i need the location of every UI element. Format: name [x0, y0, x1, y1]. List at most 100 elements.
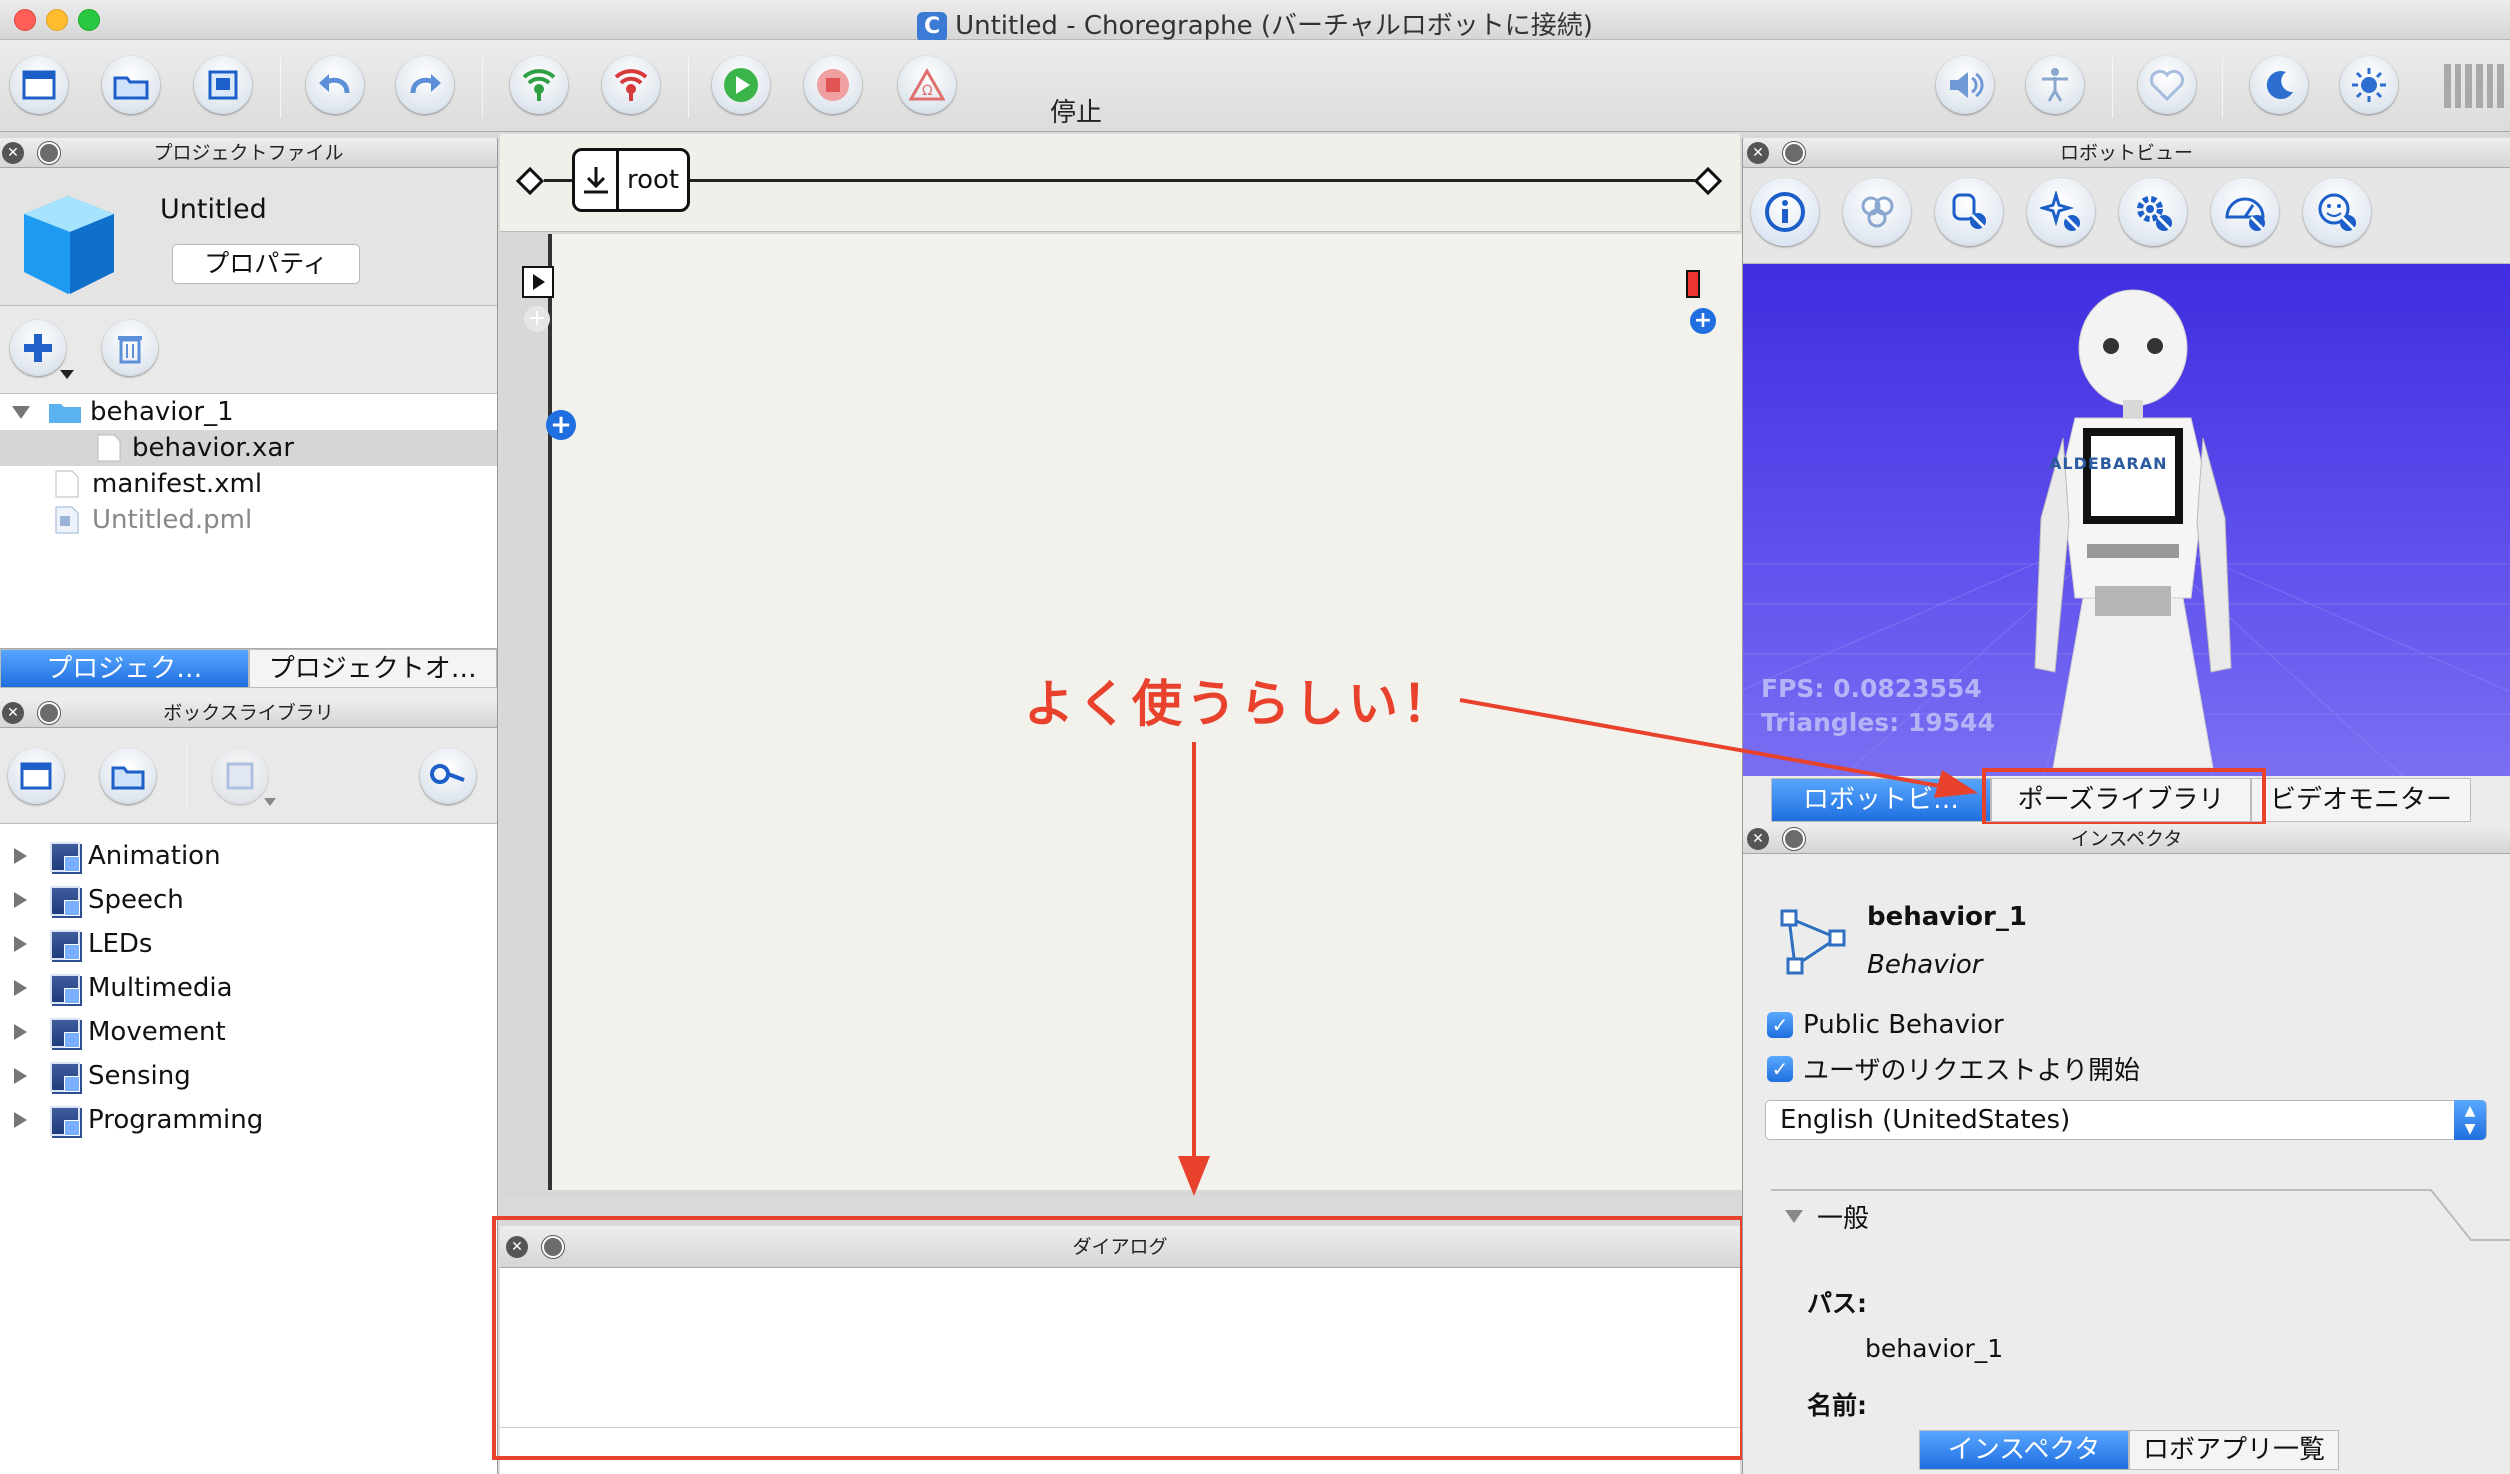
add-input-icon[interactable]: + [546, 410, 576, 440]
open-project-button[interactable] [102, 56, 160, 114]
library-item-programming[interactable]: Programming [0, 1098, 497, 1142]
properties-button[interactable]: プロパティ [172, 244, 360, 284]
left-diamond-handle[interactable] [515, 166, 545, 196]
expand-arrow-icon[interactable] [14, 1024, 27, 1040]
new-library-button[interactable] [8, 748, 64, 804]
robot-3d-viewport[interactable]: ALDEBARAN FPS: 0.0823554 Triangles: 1954… [1743, 264, 2510, 776]
volume-button[interactable] [1936, 56, 1994, 114]
stop-icon [817, 69, 849, 101]
annotation-callout-text: よく使うらしい！ [1024, 675, 1456, 733]
start-on-user-request-checkbox[interactable]: ✓ ユーザのリクエストより開始 [1767, 1050, 2140, 1087]
project-files-panel: ✕ プロジェクトファイル Untitled プロパティ behavior_1 b… [0, 138, 498, 698]
project-files-header: ✕ プロジェクトファイル [0, 138, 497, 168]
tab-video-monitor[interactable]: ビデオモニター [2251, 778, 2471, 822]
gears-cluster-icon [1861, 196, 1894, 228]
library-item-leds[interactable]: LEDs [0, 922, 497, 966]
face-tracking-button[interactable] [2303, 178, 2371, 246]
wake-up-button[interactable] [2340, 56, 2398, 114]
life-button[interactable] [2138, 56, 2196, 114]
smiley-disabled-icon [2318, 193, 2356, 231]
add-output-icon[interactable]: + [1690, 308, 1716, 334]
add-dropdown-arrow-icon[interactable] [60, 370, 74, 379]
checkbox-label: Public Behavior [1803, 1010, 2004, 1040]
open-library-button[interactable] [100, 748, 156, 804]
info-button[interactable] [1751, 178, 1819, 246]
behavior-stop-output[interactable] [1686, 270, 1700, 298]
gauge-disabled-icon [2225, 197, 2265, 231]
library-item-multimedia[interactable]: Multimedia [0, 966, 497, 1010]
close-panel-icon[interactable]: ✕ [2, 142, 24, 164]
tree-item-manifest[interactable]: manifest.xml [0, 466, 497, 502]
undo-button[interactable] [306, 56, 364, 114]
safety-toggle-button[interactable] [2211, 178, 2279, 246]
float-panel-icon[interactable] [38, 702, 60, 724]
disconnect-button[interactable] [602, 56, 660, 114]
tab-robot-view[interactable]: ロボットビ… [1771, 778, 1991, 822]
debug-button[interactable]: Ω [898, 56, 956, 114]
dialog-toggle-button[interactable] [1935, 178, 2003, 246]
autonomous-settings-button[interactable] [2119, 178, 2187, 246]
delete-file-button[interactable] [102, 320, 158, 376]
new-project-button[interactable] [10, 56, 68, 114]
library-item-speech[interactable]: Speech [0, 878, 497, 922]
close-panel-icon[interactable]: ✕ [1747, 828, 1769, 850]
save-library-button[interactable] [212, 748, 268, 804]
save-project-button[interactable] [194, 56, 252, 114]
stop-button[interactable] [804, 56, 862, 114]
library-item-animation[interactable]: Animation [0, 834, 497, 878]
rest-button[interactable] [2250, 56, 2308, 114]
float-panel-icon[interactable] [1783, 828, 1805, 850]
expand-arrow-icon[interactable] [12, 406, 30, 419]
box-folder-icon [50, 929, 80, 960]
path-value: behavior_1 [1865, 1334, 2004, 1363]
behavior-start-input[interactable] [522, 266, 554, 298]
tab-project-files[interactable]: プロジェク… [0, 649, 249, 688]
root-breadcrumb[interactable]: root [572, 148, 691, 212]
float-panel-icon[interactable] [1783, 142, 1805, 164]
language-select[interactable]: English (UnitedStates) ▲ ▼ [1765, 1100, 2487, 1140]
play-button[interactable] [712, 56, 770, 114]
close-panel-icon[interactable]: ✕ [2, 702, 24, 724]
tab-project-objects[interactable]: プロジェクトオ… [248, 649, 497, 688]
trash-icon [118, 336, 142, 364]
motors-button[interactable] [1843, 178, 1911, 246]
search-library-button[interactable] [420, 748, 476, 804]
annotation-highlight-dialog [492, 1216, 1744, 1460]
expand-arrow-icon[interactable] [14, 1068, 27, 1084]
library-item-label: Movement [88, 1017, 226, 1047]
inspector-tabs: インスペクタ ロボアプリ一覧 [1919, 1430, 2339, 1470]
tree-item-label: Untitled.pml [92, 505, 253, 535]
tree-item-untitled-pml[interactable]: Untitled.pml [0, 502, 497, 538]
tree-item-behavior-xar[interactable]: behavior.xar [0, 430, 497, 466]
awareness-toggle-button[interactable] [2027, 178, 2095, 246]
box-folder-icon [50, 1017, 80, 1048]
project-name: Untitled [160, 194, 267, 225]
tree-item-behavior-folder[interactable]: behavior_1 [0, 394, 497, 430]
library-item-label: Sensing [88, 1061, 191, 1091]
annotation-highlight-pose-library [1982, 768, 2266, 826]
right-diamond-handle[interactable] [1693, 166, 1723, 196]
moon-icon [2266, 71, 2293, 100]
connect-button[interactable] [510, 56, 568, 114]
tab-robot-apps[interactable]: ロボアプリ一覧 [2129, 1430, 2339, 1470]
library-item-movement[interactable]: Movement [0, 1010, 497, 1054]
tab-inspector[interactable]: インスペクタ [1919, 1430, 2129, 1470]
expand-arrow-icon[interactable] [14, 936, 27, 952]
add-file-button[interactable] [10, 320, 66, 376]
expand-arrow-icon[interactable] [14, 980, 27, 996]
section-general-toggle[interactable]: 一般 [1785, 1198, 1869, 1235]
redo-button[interactable] [396, 56, 454, 114]
public-behavior-checkbox[interactable]: ✓ Public Behavior [1767, 1010, 2004, 1040]
inspector-header: ✕ インスペクタ [1743, 824, 2510, 854]
close-panel-icon[interactable]: ✕ [1747, 142, 1769, 164]
fps-readout: FPS: 0.0823554 [1761, 674, 1982, 703]
add-input-disabled-icon[interactable]: + [524, 306, 550, 332]
library-item-sensing[interactable]: Sensing [0, 1054, 497, 1098]
expand-arrow-icon[interactable] [14, 892, 27, 908]
expand-arrow-icon[interactable] [14, 848, 27, 864]
animation-mode-button[interactable] [2026, 56, 2084, 114]
save-dropdown-arrow-icon[interactable] [264, 798, 276, 806]
file-icon [97, 434, 121, 462]
expand-arrow-icon[interactable] [14, 1112, 27, 1128]
float-panel-icon[interactable] [38, 142, 60, 164]
